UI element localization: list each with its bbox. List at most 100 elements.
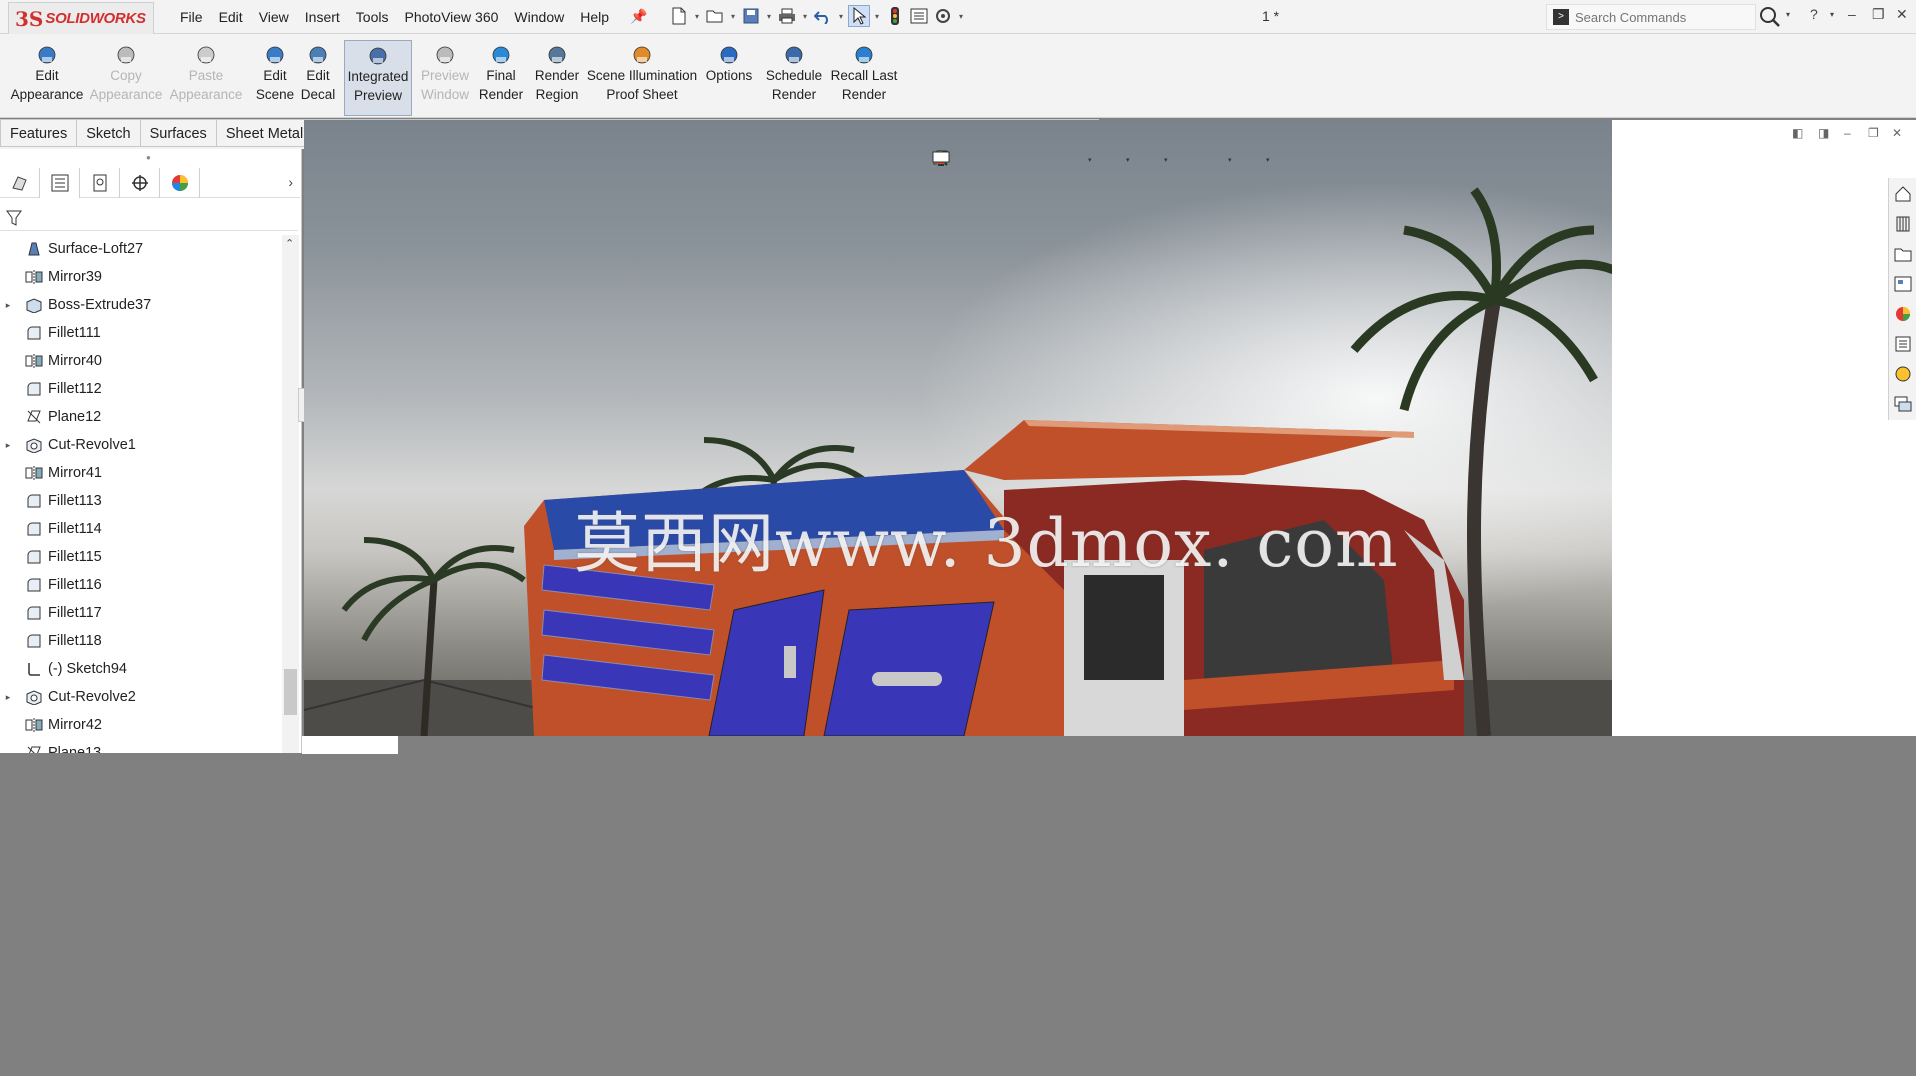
select-pointer-icon[interactable] xyxy=(848,5,870,27)
expand-arrow-icon[interactable]: ▸ xyxy=(0,300,16,311)
scene-illumination-proof-sheet-button[interactable]: Scene Illumination Proof Sheet xyxy=(584,44,700,116)
menu-file[interactable]: File xyxy=(172,8,211,26)
options-dropdown-icon[interactable]: ▾ xyxy=(956,12,966,21)
design-library-icon[interactable] xyxy=(1892,212,1914,236)
open-dropdown-icon[interactable]: ▾ xyxy=(728,12,738,21)
section-view-icon[interactable] xyxy=(933,150,1032,170)
scroll-up-icon[interactable]: ⌃ xyxy=(285,237,294,250)
undo-dropdown-icon[interactable]: ▾ xyxy=(836,12,846,21)
schedule-render-button[interactable]: Schedule Render xyxy=(762,44,826,116)
tree-item[interactable]: Plane13 xyxy=(0,739,282,753)
view-settings-icon[interactable] xyxy=(932,150,1262,170)
solidworks-forum-icon[interactable] xyxy=(1892,362,1914,386)
chat-icon[interactable] xyxy=(1892,392,1914,416)
display-style-dropdown-icon[interactable]: ▾ xyxy=(1126,156,1134,164)
tab-sketch[interactable]: Sketch xyxy=(77,119,141,147)
tree-item[interactable]: Fillet118 xyxy=(0,627,282,655)
tree-item[interactable]: Surface-Loft27 xyxy=(0,235,282,263)
apply-scene-dropdown-icon[interactable]: ▾ xyxy=(1228,156,1236,164)
file-explorer-icon[interactable] xyxy=(1892,242,1914,266)
new-document-icon[interactable] xyxy=(668,5,690,27)
preview-window-button[interactable]: Preview Window xyxy=(418,44,472,116)
tree-item[interactable]: Fillet117 xyxy=(0,599,282,627)
dynamic-annotation-icon[interactable] xyxy=(933,150,1058,170)
help-dropdown-icon[interactable]: ▾ xyxy=(1830,10,1834,19)
tree-filter[interactable] xyxy=(0,205,298,231)
property-manager-tab-icon[interactable] xyxy=(40,168,80,198)
pin-menu-icon[interactable]: 📌 xyxy=(630,8,647,25)
view-settings-dropdown-icon[interactable]: ▾ xyxy=(1266,156,1274,164)
menu-view[interactable]: View xyxy=(251,8,297,26)
doc-close-icon[interactable]: ✕ xyxy=(1892,126,1902,140)
menu-help[interactable]: Help xyxy=(572,8,617,26)
filter-icon[interactable] xyxy=(6,210,22,229)
copy-appearance-button[interactable]: Copy Appearance xyxy=(88,44,164,116)
undo-icon[interactable] xyxy=(812,5,834,27)
chevron-right-icon[interactable]: › xyxy=(288,174,293,190)
tree-item[interactable]: (-) Sketch94 xyxy=(0,655,282,683)
help-icon[interactable]: ? xyxy=(1810,6,1818,22)
solidworks-logo[interactable]: 3S SOLIDWORKS xyxy=(8,2,154,34)
tree-item[interactable]: Mirror39 xyxy=(0,263,282,291)
tree-item[interactable]: Mirror42 xyxy=(0,711,282,739)
command-search-icon[interactable]: > xyxy=(1553,9,1569,25)
previous-view-icon[interactable] xyxy=(933,150,1006,170)
file-properties-icon[interactable] xyxy=(908,5,930,27)
search-icon[interactable] xyxy=(1756,4,1784,30)
menu-edit[interactable]: Edit xyxy=(211,8,251,26)
new-dropdown-icon[interactable]: ▾ xyxy=(692,12,702,21)
dimxpert-manager-tab-icon[interactable] xyxy=(120,168,160,198)
menu-insert[interactable]: Insert xyxy=(297,8,348,26)
tab-surfaces[interactable]: Surfaces xyxy=(140,119,217,147)
expand-arrow-icon[interactable]: ▸ xyxy=(0,440,16,451)
edit-decal-button[interactable]: Edit Decal xyxy=(298,44,338,116)
appearances-scenes-icon[interactable] xyxy=(1892,302,1914,326)
edit-appearance-button[interactable]: Edit Appearance xyxy=(8,44,86,116)
view-orientation-dropdown-icon[interactable]: ▾ xyxy=(1088,156,1096,164)
tree-item[interactable]: Fillet116 xyxy=(0,571,282,599)
tree-scrollbar[interactable]: ⌃ xyxy=(282,235,299,753)
integrated-preview-button[interactable]: Integrated Preview xyxy=(344,40,412,116)
tree-item[interactable]: ▸ Boss-Extrude37 xyxy=(0,291,282,319)
select-dropdown-icon[interactable]: ▾ xyxy=(872,12,882,21)
solidworks-resources-icon[interactable] xyxy=(1892,182,1914,206)
options-gear-icon[interactable] xyxy=(932,5,954,27)
graphics-viewport[interactable]: ▾ ▾ ▾ ▾ ▾ 莫西网www. 3dmox. com xyxy=(304,120,1612,736)
feature-manager-tab-icon[interactable] xyxy=(0,168,40,198)
hide-show-dropdown-icon[interactable]: ▾ xyxy=(1164,156,1172,164)
doc-minimize-icon[interactable]: – xyxy=(1844,126,1851,140)
menu-window[interactable]: Window xyxy=(506,8,572,26)
panel-grip-icon[interactable]: ● xyxy=(146,153,151,162)
custom-properties-icon[interactable] xyxy=(1892,332,1914,356)
apply-scene-icon[interactable] xyxy=(933,150,1224,170)
recall-last-render-button[interactable]: Recall Last Render xyxy=(826,44,902,116)
hide-show-items-icon[interactable] xyxy=(936,150,1160,170)
tree-item[interactable]: Fillet111 xyxy=(0,319,282,347)
tile-right-icon[interactable]: ◨ xyxy=(1818,126,1829,140)
restore-icon[interactable]: ❐ xyxy=(1872,6,1885,23)
menu-photoview[interactable]: PhotoView 360 xyxy=(396,8,506,26)
render-region-button[interactable]: Render Region xyxy=(532,44,582,116)
edit-appearance-hud-icon[interactable] xyxy=(933,150,1198,170)
tree-item[interactable]: ▸ Cut-Revolve1 xyxy=(0,431,282,459)
edit-scene-button[interactable]: Edit Scene xyxy=(256,44,294,116)
tree-item[interactable]: ▸ Cut-Revolve2 xyxy=(0,683,282,711)
print-dropdown-icon[interactable]: ▾ xyxy=(800,12,810,21)
zoom-to-area-icon[interactable] xyxy=(933,150,980,170)
tab-features[interactable]: Features xyxy=(0,119,78,147)
rebuild-icon[interactable] xyxy=(884,5,906,27)
display-manager-tab-icon[interactable] xyxy=(160,168,200,198)
tree-item[interactable]: Mirror40 xyxy=(0,347,282,375)
close-icon[interactable]: ✕ xyxy=(1896,6,1908,23)
paste-appearance-button[interactable]: Paste Appearance xyxy=(168,44,244,116)
options-button[interactable]: Options xyxy=(702,44,756,116)
final-render-button[interactable]: Final Render xyxy=(476,44,526,116)
tile-left-icon[interactable]: ◧ xyxy=(1792,126,1803,140)
save-dropdown-icon[interactable]: ▾ xyxy=(764,12,774,21)
view-palette-icon[interactable] xyxy=(1892,272,1914,296)
expand-arrow-icon[interactable]: ▸ xyxy=(0,692,16,703)
tree-item[interactable]: Fillet112 xyxy=(0,375,282,403)
display-style-icon[interactable] xyxy=(934,150,1122,170)
save-icon[interactable] xyxy=(740,5,762,27)
search-input[interactable] xyxy=(1575,9,1745,25)
